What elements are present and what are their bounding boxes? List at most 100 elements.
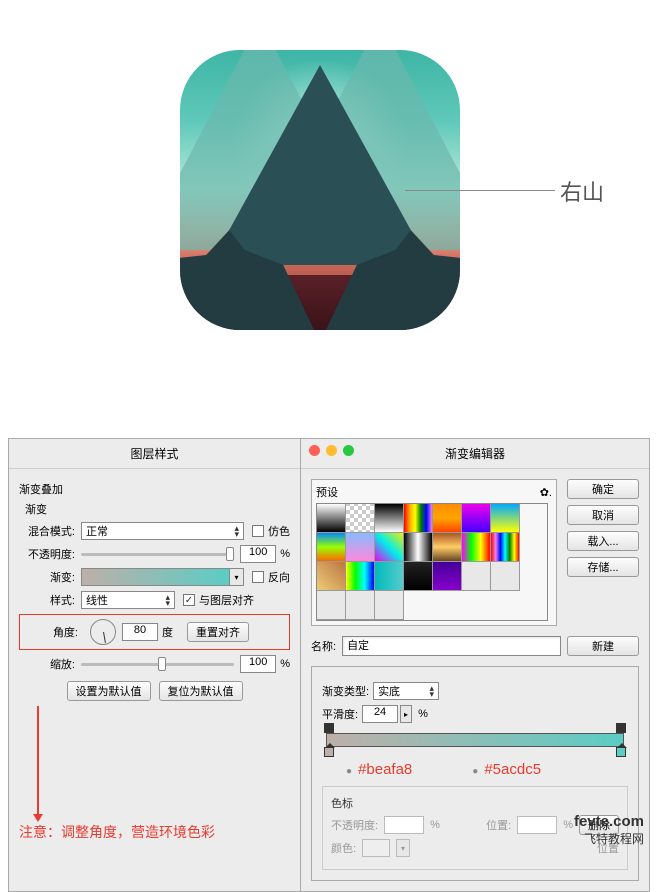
percent-label: %	[563, 819, 573, 831]
swatch[interactable]	[375, 504, 404, 533]
window-controls	[309, 445, 354, 456]
gradient-definition-section: 渐变类型: 实底▴▾ 平滑度: 24 ▸ % #beafa	[311, 666, 639, 881]
swatch[interactable]	[404, 533, 433, 562]
opacity-label: 不透明度:	[19, 546, 75, 562]
stop-opacity-label: 不透明度:	[331, 817, 378, 833]
percent-label: %	[280, 658, 290, 670]
section-overlay-label: 渐变叠加	[19, 481, 290, 497]
opacity-slider[interactable]	[81, 547, 234, 561]
gear-icon[interactable]: ✿.	[540, 486, 552, 499]
swatch[interactable]	[462, 504, 491, 533]
style-label: 样式:	[19, 592, 75, 608]
opacity-stop-left[interactable]	[324, 723, 334, 733]
dither-label: 仿色	[268, 523, 290, 539]
angle-dial[interactable]	[90, 619, 116, 645]
swatch[interactable]	[433, 562, 462, 591]
new-button[interactable]: 新建	[567, 636, 639, 656]
align-checkbox[interactable]: ✓	[183, 594, 195, 606]
smooth-dropdown-icon[interactable]: ▸	[400, 705, 412, 723]
swatch[interactable]	[491, 562, 520, 591]
swatch[interactable]	[491, 533, 520, 562]
close-icon[interactable]	[309, 445, 320, 456]
swatch[interactable]	[317, 533, 346, 562]
scale-input[interactable]: 100	[240, 655, 276, 673]
type-select[interactable]: 实底▴▾	[373, 682, 439, 700]
swatch[interactable]	[404, 504, 433, 533]
opacity-input[interactable]: 100	[240, 545, 276, 563]
section-gradient-label: 渐变	[25, 501, 290, 517]
gradient-editor-title: 渐变编辑器	[301, 439, 649, 469]
swatch[interactable]	[433, 504, 462, 533]
angle-input[interactable]: 80	[122, 623, 158, 641]
color-stop-right[interactable]	[616, 747, 626, 757]
swatch[interactable]	[404, 562, 433, 591]
align-label: 与图层对齐	[199, 592, 254, 608]
reverse-checkbox[interactable]	[252, 571, 264, 583]
gradient-label: 渐变:	[19, 569, 75, 585]
percent-label: %	[418, 708, 428, 720]
angle-unit: 度	[162, 624, 173, 640]
scale-slider[interactable]	[81, 657, 234, 671]
color-dropdown-icon[interactable]: ▾	[396, 839, 410, 857]
swatch[interactable]	[346, 533, 375, 562]
swatch[interactable]	[491, 504, 520, 533]
scale-label: 缩放:	[19, 656, 75, 672]
center-mountain	[210, 65, 430, 265]
ok-button[interactable]: 确定	[567, 479, 639, 499]
annotation-arrow-icon	[37, 706, 39, 816]
swatch[interactable]	[433, 533, 462, 562]
color-stop-left[interactable]	[324, 747, 334, 757]
percent-label: %	[280, 548, 290, 560]
select-arrows-icon: ▴▾	[234, 525, 239, 537]
dither-checkbox[interactable]	[252, 525, 264, 537]
stop-pos-label: 位置:	[486, 817, 511, 833]
annotation-note: 注意：调整角度，营造环境色彩	[19, 822, 290, 842]
stop-opacity-input[interactable]	[384, 816, 424, 834]
dialog-panels: 图层样式 渐变叠加 渐变 混合模式: 正常▴▾ 仿色 不透明度: 100 % 渐…	[8, 438, 650, 892]
swatch[interactable]	[346, 504, 375, 533]
load-button[interactable]: 载入...	[567, 531, 639, 551]
minimize-icon[interactable]	[326, 445, 337, 456]
reset-default-button[interactable]: 复位为默认值	[159, 681, 243, 701]
style-select[interactable]: 线性▴▾	[81, 591, 175, 609]
gradient-dropdown-icon[interactable]: ▾	[230, 568, 244, 586]
reset-align-button[interactable]: 重置对齐	[187, 622, 249, 642]
hex-left: #beafa8	[346, 761, 412, 778]
gradient-bar[interactable]	[326, 733, 624, 747]
save-button[interactable]: 存储...	[567, 557, 639, 577]
percent-label: %	[430, 819, 440, 831]
smooth-label: 平滑度:	[322, 706, 358, 722]
layer-style-panel: 图层样式 渐变叠加 渐变 混合模式: 正常▴▾ 仿色 不透明度: 100 % 渐…	[9, 439, 301, 891]
swatch[interactable]	[375, 591, 404, 620]
gradient-preview[interactable]	[81, 568, 230, 586]
select-arrows-icon: ▴▾	[430, 685, 435, 697]
swatch[interactable]	[317, 591, 346, 620]
select-arrows-icon: ▴▾	[165, 594, 170, 606]
stops-label: 色标	[331, 795, 619, 811]
zoom-icon[interactable]	[343, 445, 354, 456]
opacity-stop-right[interactable]	[616, 723, 626, 733]
swatch[interactable]	[317, 504, 346, 533]
swatch[interactable]	[462, 533, 491, 562]
smooth-input[interactable]: 24	[362, 705, 398, 723]
callout-label: 右山	[560, 175, 604, 207]
presets-label: 预设	[316, 484, 338, 500]
swatch[interactable]	[346, 562, 375, 591]
swatch[interactable]	[317, 562, 346, 591]
set-default-button[interactable]: 设置为默认值	[67, 681, 151, 701]
name-label: 名称:	[311, 638, 336, 654]
swatch[interactable]	[346, 591, 375, 620]
layer-style-title: 图层样式	[9, 439, 300, 469]
cancel-button[interactable]: 取消	[567, 505, 639, 525]
blend-mode-select[interactable]: 正常▴▾	[81, 522, 244, 540]
swatch[interactable]	[462, 562, 491, 591]
blend-mode-label: 混合模式:	[19, 523, 75, 539]
watermark: fevte.com 飞特教程网	[574, 813, 644, 847]
swatch[interactable]	[375, 533, 404, 562]
name-input[interactable]: 自定	[342, 636, 561, 656]
angle-label: 角度:	[22, 624, 78, 640]
stop-color-label: 颜色:	[331, 840, 356, 856]
stop-color-well[interactable]	[362, 839, 390, 857]
swatch[interactable]	[375, 562, 404, 591]
stop-pos-input[interactable]	[517, 816, 557, 834]
